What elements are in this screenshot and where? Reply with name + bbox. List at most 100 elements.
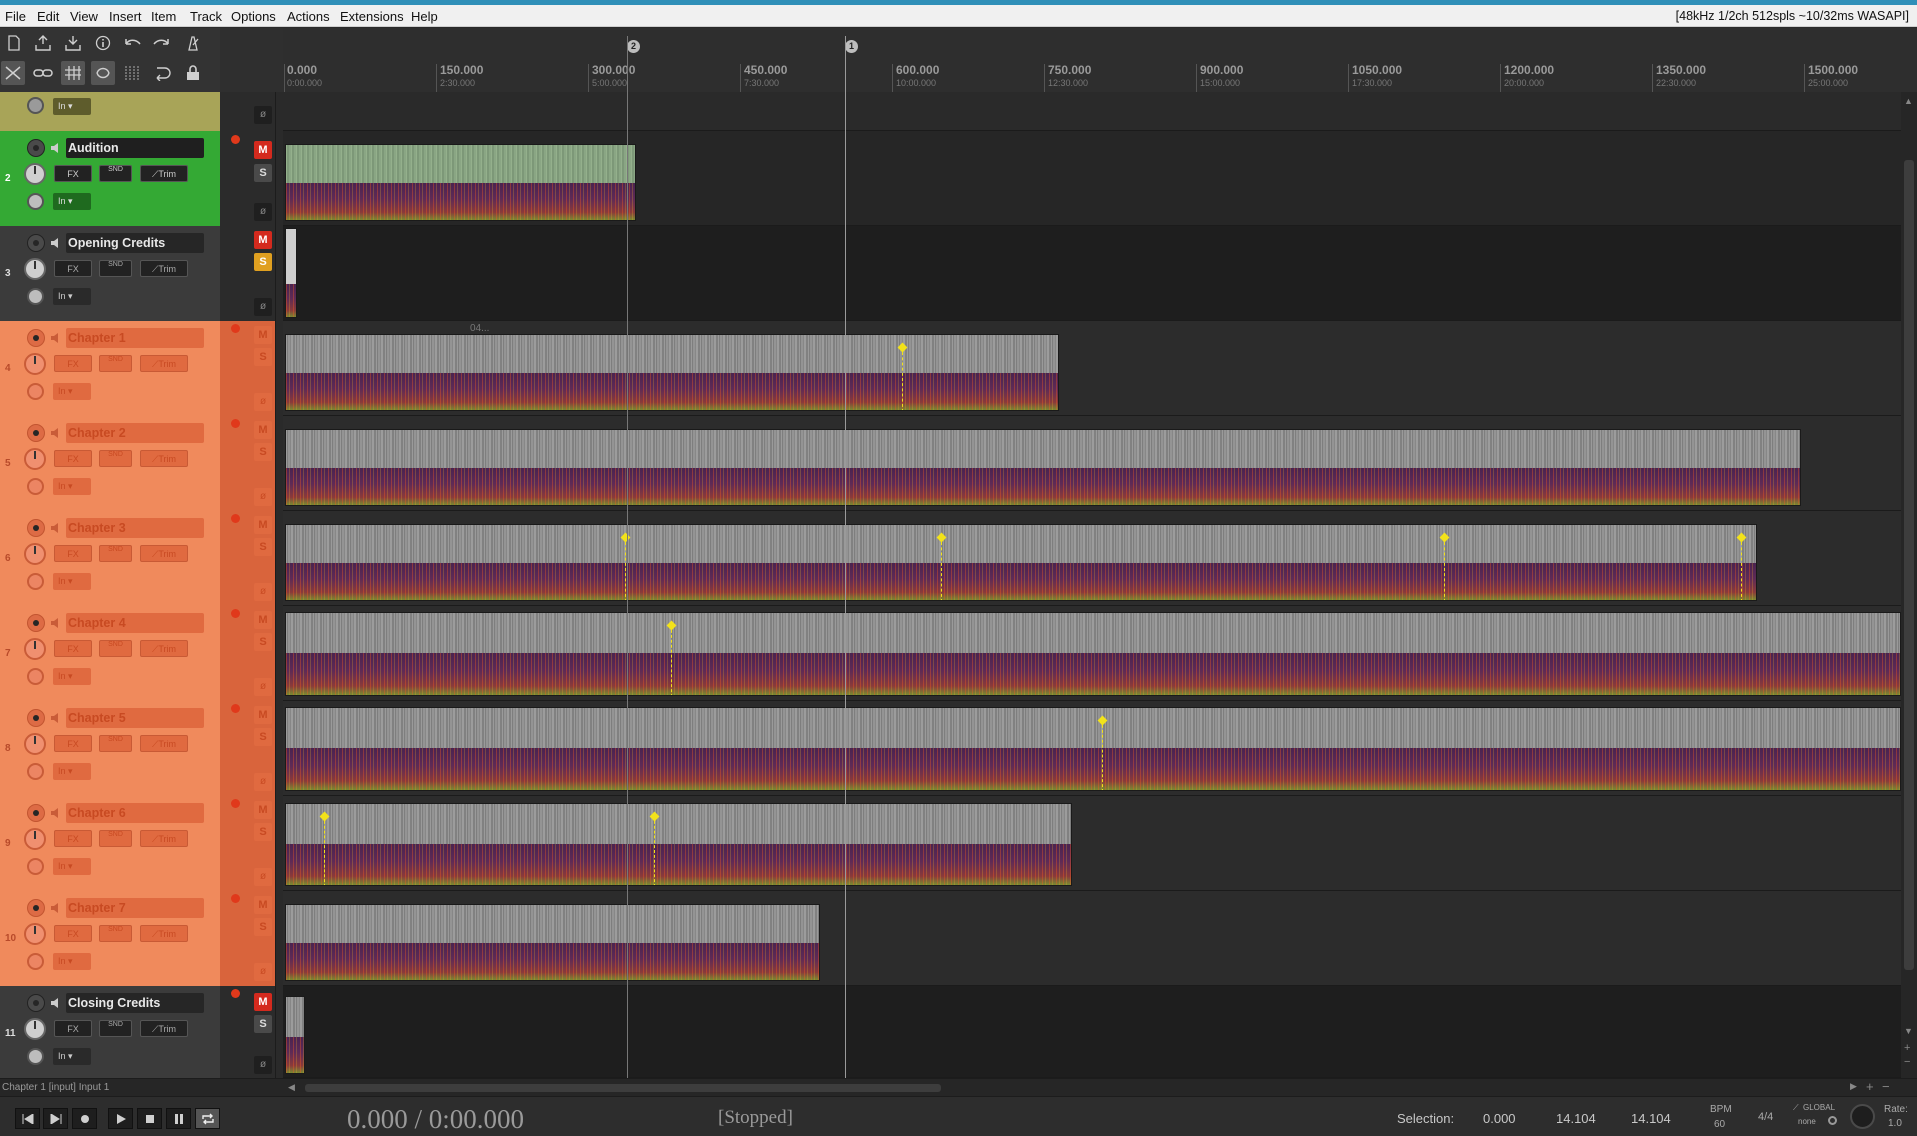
track-lane[interactable]	[283, 796, 1901, 891]
solo-button[interactable]: S	[254, 823, 272, 841]
time-display[interactable]: 0.000 / 0:00.000	[347, 1104, 524, 1135]
track-audition[interactable]: 2 Audition FX SND ⟋Trim In ▾ M S ø	[0, 131, 1917, 226]
track-chapter-6[interactable]: 9 Chapter 6 FX SND ⟋Trim In ▾ M S ø	[0, 796, 1917, 891]
scroll-right-icon[interactable]: ▶	[1850, 1081, 1857, 1092]
phase-button[interactable]: ø	[254, 393, 272, 411]
volume-knob[interactable]	[24, 353, 46, 375]
zoom-in-horizontal-icon[interactable]: +	[1866, 1079, 1874, 1094]
solo-button[interactable]: S	[254, 918, 272, 936]
input-select[interactable]: In ▾	[53, 193, 91, 210]
track-control-panel[interactable]: 5 Chapter 2 FX SND ⟋Trim In ▾	[0, 416, 220, 511]
take-marker[interactable]	[941, 537, 942, 600]
take-marker[interactable]	[654, 816, 655, 885]
take-marker[interactable]	[1444, 537, 1445, 600]
menu-actions[interactable]: Actions	[287, 9, 330, 24]
scroll-left-icon[interactable]: ◀	[288, 1082, 295, 1093]
repeat-icon[interactable]	[195, 1108, 220, 1129]
record-arm-button[interactable]	[27, 139, 45, 157]
speaker-icon[interactable]	[50, 996, 64, 1010]
menu-options[interactable]: Options	[231, 9, 276, 24]
media-item[interactable]	[285, 429, 1801, 506]
record-arm-button[interactable]	[27, 519, 45, 537]
zoom-in-vertical-icon[interactable]: +	[1904, 1042, 1910, 1054]
fx-button[interactable]: FX	[54, 165, 92, 182]
track-control-panel[interactable]: 4 Chapter 1 FX SND ⟋Trim In ▾	[0, 321, 220, 416]
fx-button[interactable]: FX	[54, 1020, 92, 1037]
media-item[interactable]	[285, 904, 820, 981]
track-name[interactable]: Audition	[66, 138, 204, 158]
speaker-icon[interactable]	[50, 711, 64, 725]
mute-button[interactable]: M	[254, 706, 272, 724]
track-name[interactable]: Closing Credits	[66, 993, 204, 1013]
automation-trim-button[interactable]: ⟋Trim	[140, 260, 188, 277]
rate-value[interactable]: 1.0	[1888, 1118, 1902, 1129]
take-marker[interactable]	[324, 816, 325, 885]
track-lane[interactable]	[283, 986, 1901, 1078]
take-marker[interactable]	[1741, 537, 1742, 600]
solo-button[interactable]: S	[254, 164, 272, 182]
stop-icon[interactable]	[137, 1108, 162, 1129]
selection-start[interactable]: 0.000	[1483, 1111, 1516, 1126]
track-name[interactable]: Opening Credits	[66, 233, 204, 253]
selection-end[interactable]: 14.104	[1556, 1111, 1596, 1126]
media-item[interactable]	[285, 144, 636, 221]
solo-button[interactable]: S	[254, 538, 272, 556]
solo-button[interactable]: S	[254, 253, 272, 271]
fx-button[interactable]: FX	[54, 640, 92, 657]
play-icon[interactable]	[108, 1108, 133, 1129]
speaker-icon[interactable]	[50, 331, 64, 345]
mute-button[interactable]: M	[254, 326, 272, 344]
volume-knob[interactable]	[24, 638, 46, 660]
track-control-panel[interactable]: 10 Chapter 7 FX SND ⟋Trim In ▾	[0, 891, 220, 986]
input-select[interactable]: In ▾	[53, 383, 91, 400]
marker-2[interactable]: 2	[627, 40, 640, 53]
metronome-icon[interactable]	[181, 31, 205, 55]
track-opening-credits[interactable]: 3 Opening Credits FX SND ⟋Trim In ▾ M S …	[0, 226, 1917, 321]
global-automation-icon[interactable]: ⟋	[1793, 1103, 1799, 1113]
input-select[interactable]: In ▾	[53, 668, 91, 685]
track-folder[interactable]: In ▾ ø	[0, 92, 1917, 131]
media-item[interactable]	[285, 996, 305, 1074]
take-marker[interactable]	[1102, 720, 1103, 790]
take-marker[interactable]	[625, 537, 626, 600]
track-control-panel[interactable]: In ▾	[0, 92, 220, 131]
input-select[interactable]: In ▾	[53, 953, 91, 970]
input-monitor-knob[interactable]	[27, 858, 44, 875]
track-control-panel[interactable]: 3 Opening Credits FX SND ⟋Trim In ▾	[0, 226, 220, 321]
horizontal-scroll-thumb[interactable]	[305, 1084, 941, 1092]
automation-trim-button[interactable]: ⟋Trim	[140, 165, 188, 182]
track-name[interactable]: Chapter 1	[66, 328, 204, 348]
input-select[interactable]: In ▾	[53, 478, 91, 495]
input-monitor-knob[interactable]	[27, 668, 44, 685]
vertical-scrollbar[interactable]: ▲ ▼ + −	[1901, 92, 1917, 1078]
solo-button[interactable]: S	[254, 443, 272, 461]
menu-extensions[interactable]: Extensions	[340, 9, 404, 24]
auto-crossfade-icon[interactable]	[150, 61, 174, 85]
go-to-end-icon[interactable]	[43, 1108, 68, 1129]
mute-button[interactable]: M	[254, 421, 272, 439]
scroll-up-icon[interactable]: ▲	[1904, 96, 1913, 106]
vertical-scroll-thumb[interactable]	[1904, 160, 1914, 970]
scroll-down-icon[interactable]: ▼	[1904, 1026, 1913, 1036]
mute-button[interactable]: M	[254, 611, 272, 629]
input-monitor-knob[interactable]	[27, 383, 44, 400]
phase-button[interactable]: ø	[254, 1056, 272, 1074]
menu-help[interactable]: Help	[411, 9, 438, 24]
send-button[interactable]: SND	[99, 260, 132, 277]
track-name[interactable]: Chapter 7	[66, 898, 204, 918]
track-lane[interactable]	[283, 131, 1901, 226]
item-grouping-icon[interactable]	[31, 61, 55, 85]
input-monitor-knob[interactable]	[27, 97, 44, 114]
selection-length[interactable]: 14.104	[1631, 1111, 1671, 1126]
track-name[interactable]: Chapter 2	[66, 423, 204, 443]
volume-knob[interactable]	[24, 543, 46, 565]
new-project-icon[interactable]	[2, 31, 26, 55]
fx-button[interactable]: FX	[54, 450, 92, 467]
volume-knob[interactable]	[24, 828, 46, 850]
track-lane[interactable]	[283, 606, 1901, 701]
track-lane[interactable]	[283, 511, 1901, 606]
track-lane[interactable]	[283, 226, 1901, 321]
solo-button[interactable]: S	[254, 1015, 272, 1033]
mute-button[interactable]: M	[254, 896, 272, 914]
input-monitor-knob[interactable]	[27, 763, 44, 780]
